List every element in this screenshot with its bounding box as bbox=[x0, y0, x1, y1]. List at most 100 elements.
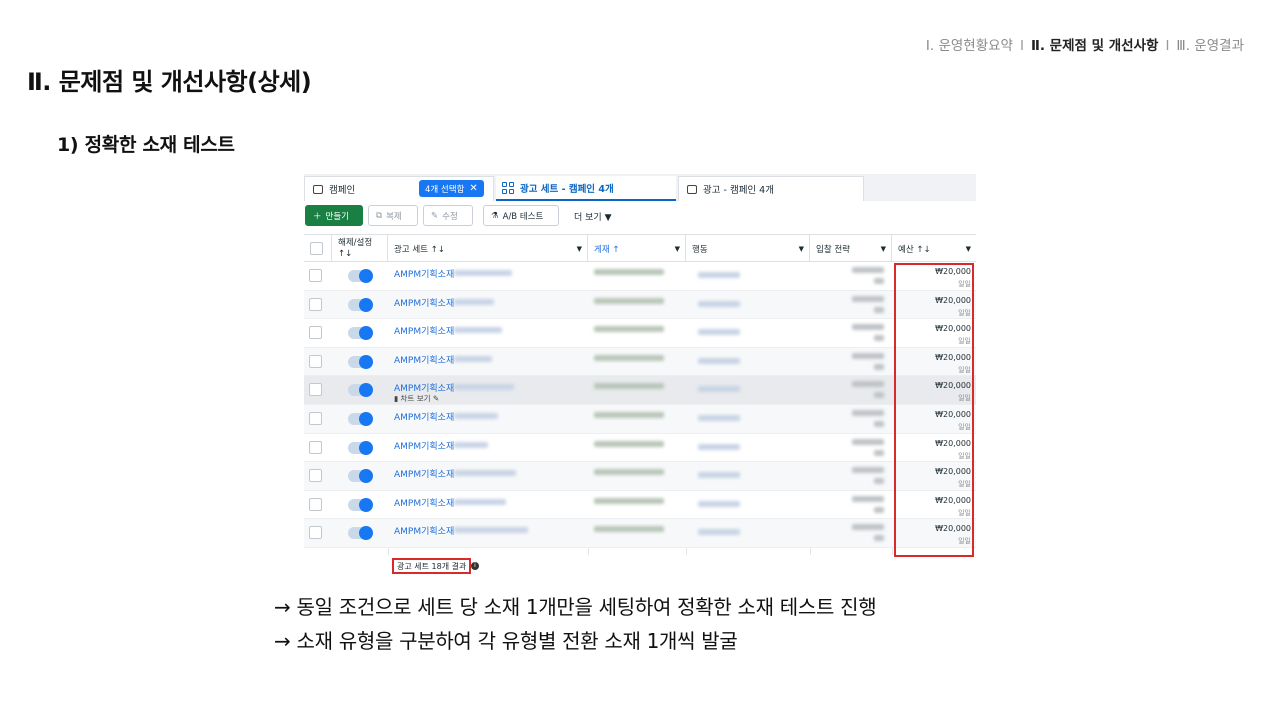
blurred-bid bbox=[852, 438, 884, 445]
copy-icon: ⧉ bbox=[376, 210, 383, 221]
header-select-all[interactable] bbox=[304, 235, 332, 262]
row-checkbox[interactable] bbox=[309, 469, 322, 483]
pencil-icon: ✎ bbox=[431, 210, 439, 221]
onoff-toggle[interactable] bbox=[348, 497, 373, 512]
blurred-action bbox=[698, 472, 740, 479]
adset-name-link[interactable]: AMPM기획소재 bbox=[394, 467, 454, 480]
breadcrumb-item-results[interactable]: Ⅲ. 운영결과 bbox=[1176, 38, 1244, 54]
chart-view-link[interactable]: ▮ 차트 보기 ✎ bbox=[394, 393, 439, 404]
table-row[interactable]: AMPM기획소재 ₩20,000 일일 bbox=[304, 319, 976, 348]
table-row[interactable]: AMPM기획소재 ₩20,000 일일 bbox=[304, 262, 976, 291]
blurred-action bbox=[698, 357, 740, 364]
caret-down-icon[interactable]: ▼ bbox=[966, 245, 971, 253]
result-count-label: 광고 세트 18개 결과 bbox=[397, 561, 467, 571]
tab-adset[interactable]: 광고 세트 - 캠페인 4개 bbox=[496, 176, 676, 201]
onoff-toggle[interactable] bbox=[348, 469, 373, 484]
row-checkbox[interactable] bbox=[309, 497, 322, 511]
blurred-bid bbox=[852, 467, 884, 474]
breadcrumb-item-issues[interactable]: Ⅱ. 문제점 및 개선사항 bbox=[1031, 38, 1158, 54]
header-budget[interactable]: 예산 ↑↓ ▼ bbox=[892, 235, 976, 262]
ab-test-button[interactable]: ⚗ A/B 테스트 bbox=[483, 205, 559, 226]
info-icon[interactable]: i bbox=[471, 562, 479, 570]
table-header: 해제/설정 ↑↓ 광고 세트 ↑↓ ▼ 게재 ↑ ▼ 행동 ▼ 입찰 전략 ▼ 예산 ↑… bbox=[304, 234, 976, 262]
onoff-toggle[interactable] bbox=[348, 440, 373, 455]
table-row[interactable]: AMPM기획소재 ₩20,000 일일 bbox=[304, 433, 976, 463]
pencil-icon[interactable]: ✎ bbox=[433, 394, 439, 403]
blurred-bid bbox=[852, 409, 884, 416]
blurred-action bbox=[698, 329, 740, 336]
edit-button[interactable]: ✎ 수정 bbox=[423, 205, 473, 226]
header-adset[interactable]: 광고 세트 ↑↓ ▼ bbox=[388, 235, 588, 262]
adset-name-link[interactable]: AMPM기획소재 bbox=[394, 324, 454, 337]
row-checkbox[interactable] bbox=[309, 354, 322, 368]
table-row[interactable]: AMPM기획소재 ₩20,000 일일 ▮ 차트 보기 ✎ bbox=[304, 376, 976, 405]
blurred-delivery bbox=[594, 269, 664, 275]
close-icon[interactable]: ✕ bbox=[469, 183, 477, 194]
header-bid[interactable]: 입찰 전략 ▼ bbox=[810, 235, 892, 262]
blurred-adset-suffix bbox=[454, 270, 512, 276]
tab-ad[interactable]: 광고 - 캠페인 4개 bbox=[678, 176, 864, 201]
copy-button[interactable]: ⧉ 복제 bbox=[368, 205, 418, 226]
table-row[interactable]: AMPM기획소재 ₩20,000 일일 bbox=[304, 490, 976, 520]
adset-name-link[interactable]: AMPM기획소재 bbox=[394, 267, 454, 280]
table-row[interactable]: AMPM기획소재 ₩20,000 일일 bbox=[304, 462, 976, 491]
blurred-bid bbox=[852, 324, 884, 331]
onoff-toggle[interactable] bbox=[348, 383, 373, 398]
blurred-adset-suffix bbox=[454, 470, 516, 477]
breadcrumb-item-summary[interactable]: Ⅰ. 운영현황요약 bbox=[926, 38, 1013, 54]
table-row[interactable]: AMPM기획소재 ₩20,000 일일 bbox=[304, 347, 976, 377]
row-checkbox[interactable] bbox=[309, 269, 322, 282]
more-button[interactable]: 더 보기 ▼ bbox=[574, 210, 612, 223]
table-row[interactable]: AMPM기획소재 ₩20,000 일일 bbox=[304, 404, 976, 434]
adset-name-link[interactable]: AMPM기획소재 bbox=[394, 439, 454, 452]
select-all-checkbox[interactable] bbox=[310, 242, 323, 255]
blurred-bid bbox=[852, 267, 884, 273]
row-checkbox[interactable] bbox=[309, 297, 322, 311]
table-row[interactable]: AMPM기획소재 ₩20,000 일일 bbox=[304, 290, 976, 320]
row-checkbox[interactable] bbox=[309, 411, 322, 425]
adset-name-link[interactable]: AMPM기획소재 bbox=[394, 496, 454, 509]
edit-label: 수정 bbox=[442, 211, 458, 222]
row-checkbox[interactable] bbox=[309, 326, 322, 340]
onoff-toggle[interactable] bbox=[348, 326, 373, 341]
blurred-bid bbox=[852, 495, 884, 502]
blurred-delivery bbox=[594, 354, 664, 361]
tab-campaign[interactable]: 캠페인 4개 선택함 ✕ bbox=[304, 176, 494, 201]
header-action[interactable]: 행동 ▼ bbox=[686, 235, 810, 262]
caret-down-icon[interactable]: ▼ bbox=[799, 245, 804, 253]
header-onoff[interactable]: 해제/설정 ↑↓ bbox=[332, 235, 388, 262]
blurred-action bbox=[698, 272, 740, 278]
row-checkbox[interactable] bbox=[309, 383, 322, 397]
blurred-adset-suffix bbox=[454, 527, 528, 534]
onoff-toggle[interactable] bbox=[348, 526, 373, 541]
onoff-toggle[interactable] bbox=[348, 354, 373, 369]
blurred-bid-sub bbox=[874, 335, 884, 342]
tab-bar: 캠페인 4개 선택함 ✕ 광고 세트 - 캠페인 4개 광고 - 캠페인 4개 bbox=[304, 174, 976, 201]
header-delivery[interactable]: 게재 ↑ ▼ bbox=[588, 235, 686, 262]
header-budget-label: 예산 ↑↓ bbox=[898, 244, 931, 255]
adset-name-link[interactable]: AMPM기획소재 bbox=[394, 524, 454, 537]
table-row[interactable]: AMPM기획소재 ₩20,000 일일 bbox=[304, 519, 976, 548]
blurred-adset-suffix bbox=[454, 498, 506, 505]
create-button[interactable]: ＋ 만들기 bbox=[305, 205, 363, 226]
blurred-bid bbox=[852, 352, 884, 359]
onoff-toggle[interactable] bbox=[348, 297, 373, 312]
onoff-toggle[interactable] bbox=[348, 411, 373, 426]
header-bid-label: 입찰 전략 bbox=[816, 244, 850, 255]
adset-name-link[interactable]: AMPM기획소재 bbox=[394, 296, 454, 309]
selected-badge[interactable]: 4개 선택함 ✕ bbox=[419, 180, 484, 197]
ab-test-label: A/B 테스트 bbox=[502, 211, 544, 222]
onoff-toggle[interactable] bbox=[348, 269, 373, 283]
create-label: 만들기 bbox=[325, 211, 349, 222]
header-delivery-label: 게재 ↑ bbox=[594, 244, 620, 255]
bullet-list: → 동일 조건으로 세트 당 소재 1개만을 세팅하여 정확한 소재 테스트 진… bbox=[274, 590, 877, 658]
caret-down-icon[interactable]: ▼ bbox=[881, 245, 886, 253]
row-checkbox[interactable] bbox=[309, 440, 322, 454]
blurred-delivery bbox=[594, 411, 664, 418]
caret-down-icon[interactable]: ▼ bbox=[675, 245, 680, 253]
adset-name-link[interactable]: AMPM기획소재 bbox=[394, 353, 454, 366]
row-checkbox[interactable] bbox=[309, 526, 322, 540]
adset-name-link[interactable]: AMPM기획소재 bbox=[394, 410, 454, 423]
caret-down-icon[interactable]: ▼ bbox=[577, 245, 582, 253]
tab-ad-label: 광고 - 캠페인 4개 bbox=[703, 185, 774, 196]
